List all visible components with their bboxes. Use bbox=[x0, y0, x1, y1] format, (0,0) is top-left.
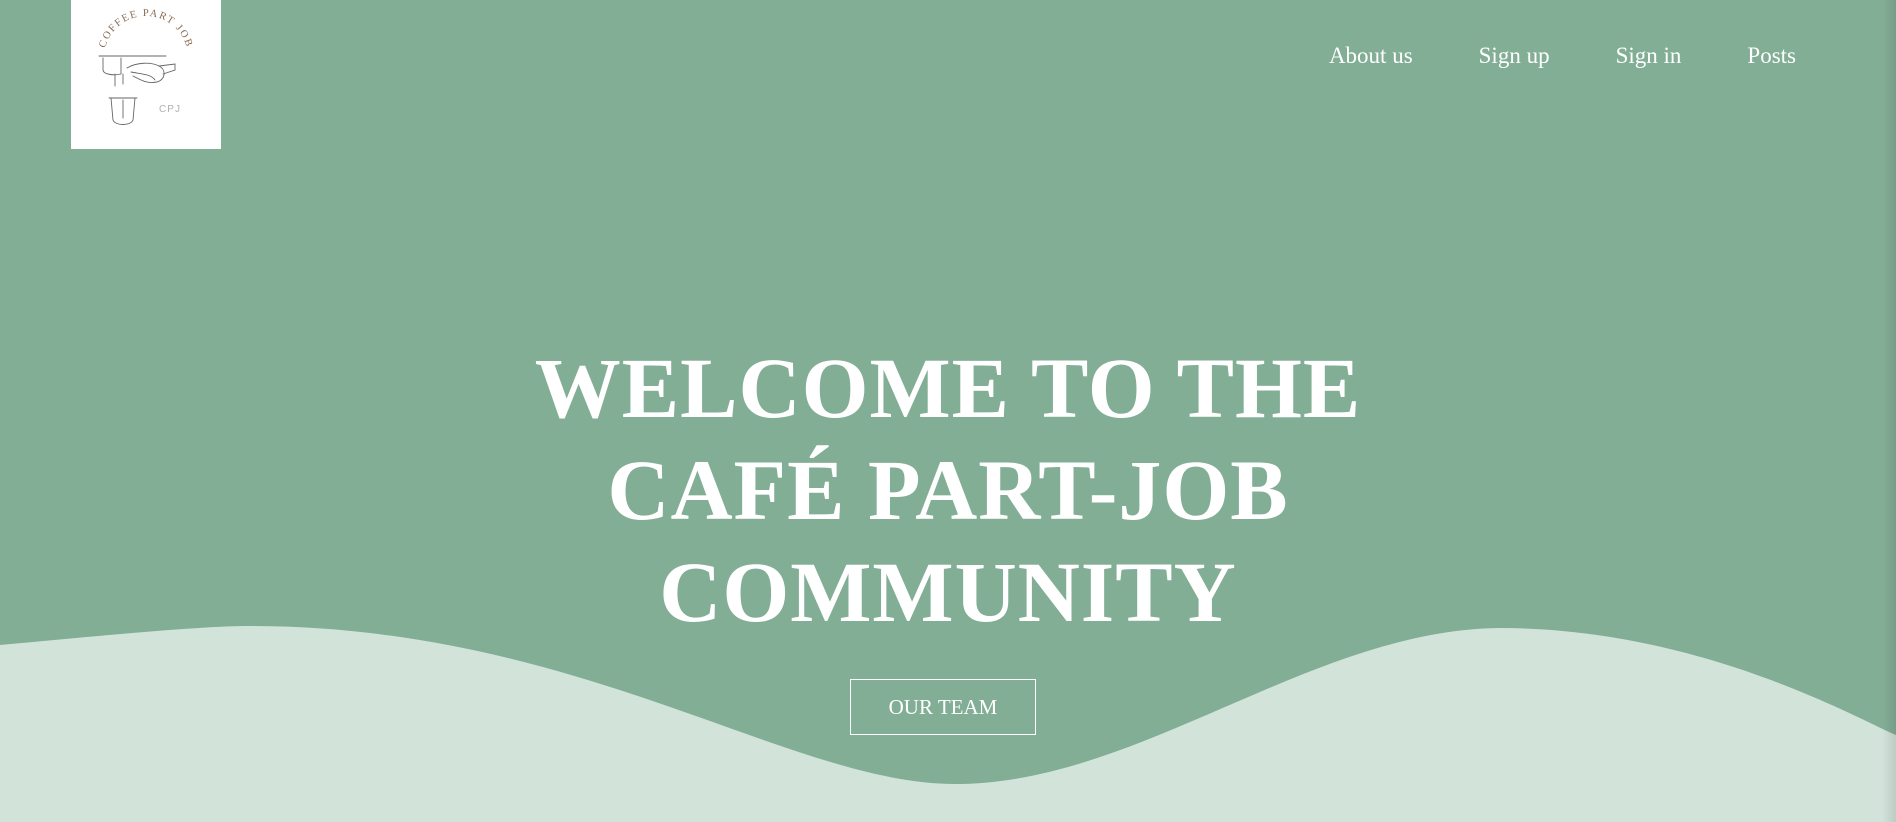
nav-sign-up[interactable]: Sign up bbox=[1479, 43, 1550, 69]
logo-monogram: CPJ bbox=[159, 104, 181, 115]
hero-title-line-1: WELCOME TO THE bbox=[534, 340, 1362, 436]
site-logo[interactable]: COFFEE PART JOB CPJ bbox=[71, 0, 221, 149]
our-team-button[interactable]: OUR TEAM bbox=[850, 679, 1036, 735]
nav-about-us[interactable]: About us bbox=[1329, 43, 1413, 69]
scroll-edge-shadow bbox=[1882, 0, 1896, 822]
nav-sign-in[interactable]: Sign in bbox=[1616, 43, 1682, 69]
nav-posts[interactable]: Posts bbox=[1747, 43, 1796, 69]
hero-section: COFFEE PART JOB CPJ About us Sign up Sig… bbox=[0, 0, 1896, 822]
hero-title: WELCOME TO THE CAFÉ PART-JOB COMMUNITY bbox=[448, 337, 1448, 643]
hero-title-line-2: CAFÉ PART-JOB bbox=[607, 442, 1289, 538]
main-nav: About us Sign up Sign in Posts bbox=[1263, 43, 1796, 69]
hero-title-line-3: COMMUNITY bbox=[659, 544, 1237, 640]
